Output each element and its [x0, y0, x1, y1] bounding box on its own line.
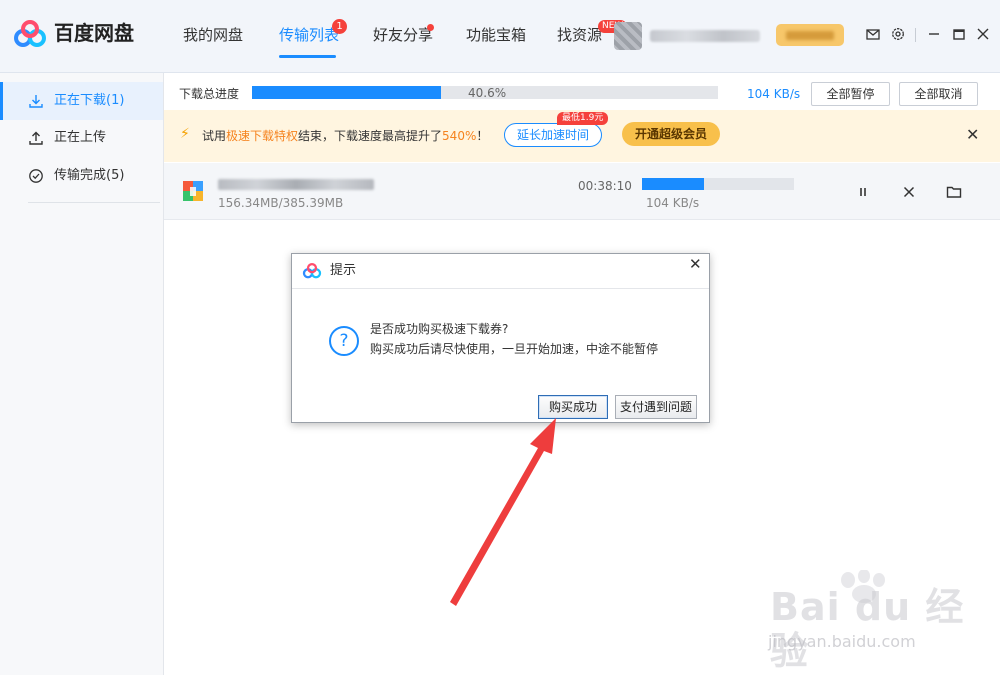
- tab-friend-share[interactable]: 好友分享: [373, 25, 433, 45]
- cancel-icon[interactable]: [901, 184, 917, 200]
- tab-transfer-list[interactable]: 传输列表: [279, 25, 339, 45]
- gear-icon[interactable]: [891, 27, 905, 41]
- folder-icon[interactable]: [946, 184, 962, 200]
- sidebar-item-label: 传输完成(5): [54, 168, 125, 183]
- dialog-message: 购买成功后请尽快使用，一旦开始加速，中途不能暂停: [370, 342, 659, 356]
- active-tab-underline: [279, 55, 336, 58]
- notice-text: 试用极速下载特权结束，下载速度最高提升了540%！: [202, 129, 489, 143]
- sidebar-item-uploading[interactable]: 正在上传: [0, 119, 163, 157]
- question-icon: ?: [329, 326, 359, 356]
- payment-problem-button[interactable]: 支付遇到问题: [615, 395, 697, 419]
- notice-close-icon[interactable]: ✕: [966, 127, 979, 143]
- total-progress-percent: 40.6%: [468, 86, 507, 100]
- username-blurred: [650, 30, 760, 42]
- price-tag-badge: 最低1.9元: [557, 112, 609, 125]
- baidu-netdisk-logo-icon: [302, 263, 322, 279]
- dialog-title: 提示: [330, 263, 357, 278]
- tab-toolbox[interactable]: 功能宝箱: [466, 25, 526, 45]
- pause-all-button[interactable]: 全部暂停: [811, 82, 890, 106]
- download-icon: [29, 95, 43, 108]
- open-super-vip-button[interactable]: 开通超级会员: [622, 122, 720, 146]
- sidebar-item-downloading[interactable]: 正在下载(1): [0, 82, 163, 120]
- prompt-dialog: 提示 ✕ ? 是否成功购买极速下载券? 购买成功后请尽快使用，一旦开始加速，中途…: [291, 253, 710, 423]
- notification-dot: [427, 24, 434, 31]
- lightning-icon: ⚡: [180, 126, 190, 142]
- baidu-jingyan-watermark: Bai du 经验: [770, 585, 965, 673]
- baidu-netdisk-logo-icon: [14, 20, 46, 47]
- total-progress-fill: [252, 86, 442, 99]
- red-arrow-annotation: [450, 418, 556, 606]
- total-progress-label: 下载总进度: [179, 87, 240, 101]
- vip-text-blurred: [786, 31, 834, 40]
- mail-icon[interactable]: [866, 27, 880, 41]
- cancel-all-button[interactable]: 全部取消: [899, 82, 978, 106]
- close-icon[interactable]: [976, 27, 990, 41]
- file-name-blurred: [218, 179, 374, 190]
- file-progress-bar: [642, 178, 794, 190]
- divider: [915, 28, 916, 42]
- active-indicator: [0, 82, 3, 120]
- total-speed: 104 KB/s: [747, 87, 801, 101]
- tab-find-resources[interactable]: 找资源: [557, 25, 602, 45]
- time-remaining: 00:38:10: [578, 179, 632, 193]
- upload-icon: [29, 131, 43, 145]
- sidebar-item-label: 正在下载(1): [54, 93, 125, 108]
- watermark-url: jingyan.baidu.com: [768, 632, 916, 651]
- sidebar-item-completed[interactable]: 传输完成(5): [0, 157, 163, 195]
- file-speed: 104 KB/s: [646, 196, 700, 210]
- pause-icon[interactable]: [855, 184, 871, 200]
- app-name: 百度网盘: [54, 21, 134, 45]
- check-circle-icon: [29, 169, 43, 183]
- sidebar-divider: [28, 202, 160, 203]
- file-progress-fill: [642, 178, 704, 190]
- transfer-count-badge: 1: [332, 19, 347, 34]
- dialog-close-icon[interactable]: ✕: [689, 256, 702, 272]
- minimize-icon[interactable]: [927, 27, 941, 41]
- tab-my-netdisk[interactable]: 我的网盘: [183, 25, 243, 45]
- dialog-question: 是否成功购买极速下载券?: [370, 322, 509, 336]
- extend-speedup-button[interactable]: 延长加速时间: [504, 123, 602, 147]
- sidebar-item-label: 正在上传: [54, 130, 107, 145]
- file-size: 156.34MB/385.39MB: [218, 196, 344, 210]
- maximize-icon[interactable]: [952, 27, 966, 41]
- archive-file-icon: [183, 181, 203, 201]
- avatar[interactable]: [614, 22, 642, 50]
